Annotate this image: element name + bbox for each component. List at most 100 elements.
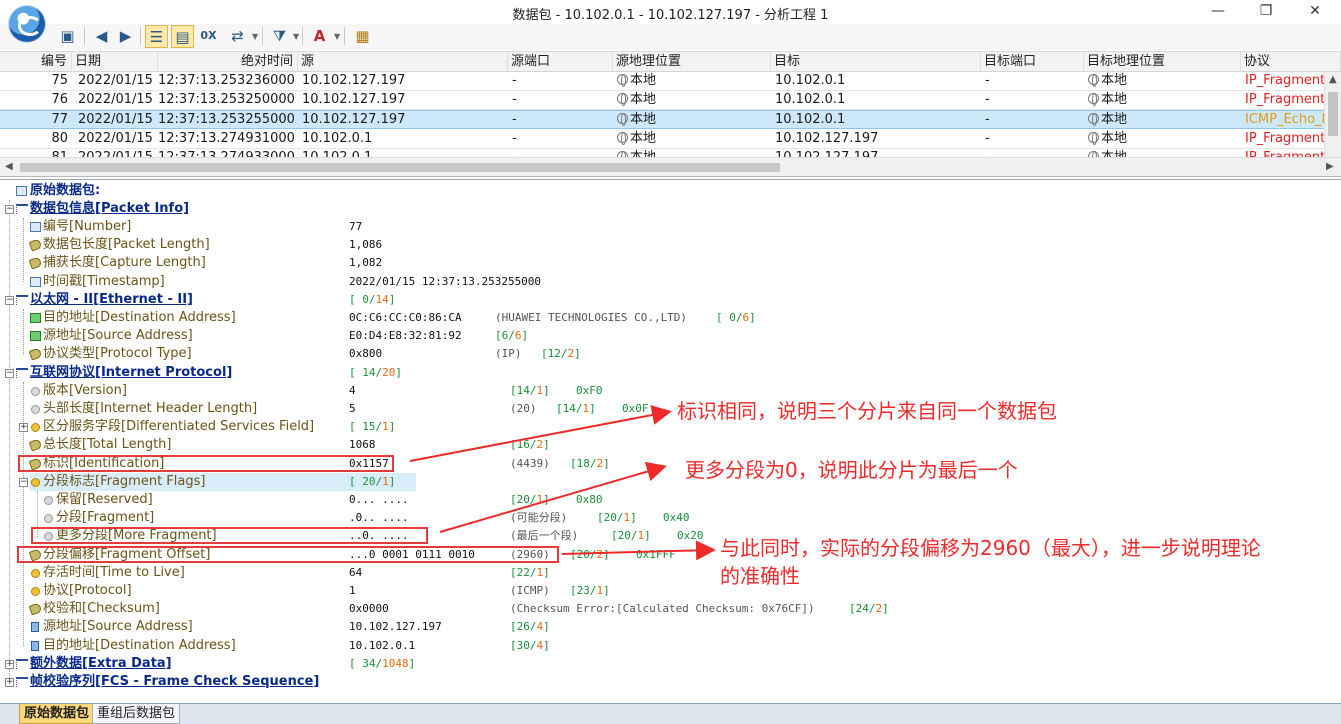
cell-destination-port: - — [985, 92, 990, 107]
column-header-destination[interactable]: 目标 — [771, 52, 981, 72]
column-header-destination-geo[interactable]: 目标地理位置 — [1084, 52, 1241, 72]
cell-destination: 10.102.0.1 — [775, 73, 846, 88]
cell-source-port: - — [512, 131, 517, 146]
annotation-fragment-offset-line1: 与此同时，实际的分段偏移为2960（最大），进一步说明理论 — [720, 536, 1261, 560]
globe-icon — [617, 93, 628, 106]
app-logo-icon[interactable] — [9, 6, 45, 42]
cell-date: 2022/01/15 — [78, 73, 153, 88]
cell-destination-port: - — [985, 112, 990, 127]
table-row[interactable]: 76 2022/01/15 12:37:13.253250000 10.102.… — [0, 91, 1324, 110]
cell-number: 81 — [0, 149, 68, 157]
globe-icon — [1088, 113, 1099, 126]
filter-icon[interactable]: ⧩ — [268, 25, 291, 48]
globe-icon — [617, 132, 628, 145]
annotation-arrows — [409, 405, 716, 561]
column-header-number[interactable]: 编号 — [0, 52, 72, 72]
cell-destination: 10.102.127.197 — [775, 131, 879, 146]
toolbar-separator — [302, 27, 303, 45]
arrow-more-fragment — [439, 461, 667, 533]
cell-protocol: IP_Fragment — [1245, 92, 1324, 107]
list-view-icon[interactable]: ☰ — [145, 25, 168, 48]
tab-raw-packet[interactable]: 原始数据包 — [19, 704, 95, 724]
cell-source: 10.102.127.197 — [302, 92, 406, 107]
cell-protocol: IP_Fragment — [1245, 149, 1324, 157]
scroll-thumb[interactable] — [20, 163, 780, 172]
cell-protocol: IP_Fragment — [1245, 131, 1324, 146]
annotation-fragment-offset-line2: 的准确性 — [720, 564, 800, 588]
packet-list-horizontal-scrollbar[interactable]: ◀ ▶ — [0, 157, 1341, 177]
cell-protocol: ICMP_Echo_R — [1245, 112, 1324, 127]
save-icon[interactable]: ▣ — [56, 25, 79, 48]
cell-source: 10.102.0.1 — [302, 131, 373, 146]
cell-destination-port: - — [985, 149, 990, 157]
font-dropdown-icon[interactable]: ▼ — [334, 32, 340, 41]
cell-time: 12:37:13.253236000 — [158, 73, 294, 88]
annotation-identification: 标识相同，说明三个分片来自同一个数据包 — [677, 399, 1057, 423]
column-header-destination-port[interactable]: 目标端口 — [981, 52, 1084, 72]
cell-destination-geo: 本地 — [1101, 112, 1128, 127]
cell-source: 10.102.0.1 — [302, 149, 372, 157]
scroll-thumb[interactable] — [1328, 92, 1338, 136]
lock-icon[interactable]: ▦ — [351, 25, 374, 48]
cell-source: 10.102.127.197 — [302, 73, 406, 88]
cell-time: 12:37:13.253250000 — [158, 92, 294, 107]
back-arrow-icon[interactable]: ◀ — [90, 25, 113, 48]
cell-number: 77 — [51, 112, 68, 127]
cell-destination-geo: 本地 — [1101, 131, 1128, 146]
hex-view-icon[interactable]: 0X — [197, 25, 220, 48]
column-header-protocol[interactable]: 协议 — [1241, 52, 1341, 72]
minimize-button[interactable]: — — [1206, 2, 1230, 22]
table-row[interactable]: 81 2022/01/15 12:37:13.274933000 10.102.… — [0, 149, 1324, 157]
filter-dropdown-icon[interactable]: ▼ — [293, 32, 299, 41]
column-header-source[interactable]: 源 — [298, 52, 508, 72]
export-icon[interactable]: ⇄ — [226, 25, 249, 48]
globe-icon — [617, 113, 628, 126]
close-button[interactable]: ✕ — [1303, 2, 1327, 22]
scroll-left-icon[interactable]: ◀ — [5, 161, 13, 172]
export-dropdown-icon[interactable]: ▼ — [252, 32, 258, 41]
table-row-selected[interactable]: 77 2022/01/15 12:37:13.253255000 10.102.… — [0, 110, 1324, 129]
packet-detail-tree: 原始数据包: − 数据包信息[Packet Info] 编号[Number] 7… — [0, 179, 1341, 703]
cell-source-geo: 本地 — [630, 131, 657, 146]
cell-source-port: - — [512, 149, 517, 157]
column-header-source-geo[interactable]: 源地理位置 — [613, 52, 771, 72]
packet-list-vertical-scrollbar[interactable]: ▲ ▼ — [1324, 72, 1341, 157]
column-header-date[interactable]: 日期 — [72, 52, 158, 72]
cell-date: 2022/01/15 — [78, 149, 153, 157]
toolbar-separator — [140, 27, 141, 45]
cell-time: 12:37:13.274933000 — [158, 149, 294, 157]
cell-number: 80 — [51, 131, 68, 146]
globe-icon — [1088, 74, 1099, 87]
cell-source: 10.102.127.197 — [302, 112, 406, 127]
cell-date: 2022/01/15 — [78, 112, 153, 127]
cell-protocol: IP_Fragment — [1245, 73, 1324, 88]
maximize-button[interactable]: ❐ — [1254, 2, 1278, 22]
column-header-time[interactable]: 绝对时间 — [158, 52, 298, 72]
scroll-right-icon[interactable]: ▶ — [1326, 161, 1334, 172]
annotation-more-fragment: 更多分段为0，说明此分片为最后一个 — [685, 458, 1018, 482]
globe-icon — [1088, 93, 1099, 106]
cell-destination-port: - — [985, 73, 990, 88]
window-title: 数据包 - 10.102.0.1 - 10.102.127.197 - 分析工程… — [512, 8, 829, 23]
globe-icon — [1088, 132, 1099, 145]
cell-number: 76 — [51, 92, 68, 107]
cell-source-geo: 本地 — [630, 92, 657, 107]
toolbar: ▣ ◀ ▶ ☰ ▤ 0X ⇄ ▼ ⧩ ▼ A ▼ ▦ — [0, 24, 1341, 50]
cell-destination: 10.102.0.1 — [775, 112, 846, 127]
forward-arrow-icon[interactable]: ▶ — [114, 25, 137, 48]
tab-reassembled-packet[interactable]: 重组后数据包 — [92, 704, 181, 724]
detail-view-icon[interactable]: ▤ — [171, 25, 194, 48]
toolbar-separator — [84, 27, 85, 45]
cell-destination-port: - — [985, 131, 990, 146]
column-header-source-port[interactable]: 源端口 — [508, 52, 613, 72]
table-row[interactable]: 75 2022/01/15 12:37:13.253236000 10.102.… — [0, 72, 1324, 91]
cell-source-geo: 本地 — [630, 150, 656, 157]
font-icon[interactable]: A — [308, 25, 331, 48]
arrow-identification — [409, 405, 672, 462]
scroll-up-icon[interactable]: ▲ — [1329, 74, 1337, 85]
arrow-fragment-offset — [561, 540, 716, 561]
cell-destination: 10.102.127.197 — [775, 149, 878, 157]
cell-destination-geo: 本地 — [1101, 92, 1128, 107]
toolbar-separator — [344, 27, 345, 45]
table-row[interactable]: 80 2022/01/15 12:37:13.274931000 10.102.… — [0, 130, 1324, 149]
